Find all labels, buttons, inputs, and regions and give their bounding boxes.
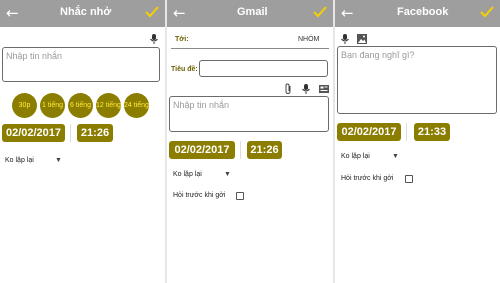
- chevron-down-icon[interactable]: ▼: [392, 153, 399, 160]
- message-placeholder: Nhập tin nhắn: [173, 100, 230, 110]
- mic-icon[interactable]: [148, 33, 160, 45]
- facebook-title: Facebook: [397, 6, 449, 18]
- chip-24h[interactable]: 24 tiếng: [124, 93, 149, 118]
- repeat-select[interactable]: Ko lặp lại: [5, 157, 34, 164]
- date-time-divider: [406, 123, 407, 141]
- date-time-divider: [240, 141, 241, 159]
- reminder-appbar: ← Nhắc nhở: [0, 0, 165, 27]
- message-input[interactable]: Nhập tin nhắn: [169, 96, 329, 132]
- facebook-appbar: ← Facebook: [335, 0, 500, 27]
- chevron-down-icon[interactable]: ▼: [55, 157, 62, 164]
- subject-label: Tiêu đề:: [171, 66, 198, 73]
- message-input[interactable]: Nhập tin nhắn: [2, 47, 160, 82]
- status-input[interactable]: Bạn đang nghĩ gì?: [337, 46, 497, 114]
- ask-before-send-label: Hỏi trước khi gởi: [341, 175, 394, 182]
- repeat-select[interactable]: Ko lặp lại: [341, 153, 370, 160]
- back-arrow-icon[interactable]: ←: [6, 4, 20, 22]
- back-arrow-icon[interactable]: ←: [341, 4, 355, 22]
- subject-input[interactable]: [199, 60, 328, 77]
- ask-before-send-label: Hỏi trước khi gởi: [173, 192, 226, 199]
- repeat-select[interactable]: Ko lặp lại: [173, 171, 202, 178]
- to-field-underline[interactable]: [171, 48, 329, 49]
- image-icon[interactable]: [356, 33, 368, 45]
- checkmark-icon[interactable]: [145, 5, 159, 19]
- checkmark-icon[interactable]: [313, 5, 327, 19]
- time-button[interactable]: 21:26: [77, 124, 113, 142]
- screens: ← Nhắc nhở Nhập tin nhắn 30p 1 tiếng 6 t…: [0, 0, 500, 283]
- message-placeholder: Nhập tin nhắn: [6, 51, 63, 61]
- chip-12h[interactable]: 12 tiếng: [96, 93, 121, 118]
- facebook-screen: ← Facebook Bạn đang nghĩ gì? 02/02/2017 …: [335, 0, 500, 283]
- date-button[interactable]: 02/02/2017: [2, 124, 65, 142]
- chip-1h[interactable]: 1 tiếng: [40, 93, 65, 118]
- back-arrow-icon[interactable]: ←: [173, 4, 187, 22]
- ask-before-send-checkbox[interactable]: [405, 175, 413, 183]
- reminder-title: Nhắc nhở: [60, 6, 112, 18]
- to-label: Tới:: [175, 36, 189, 43]
- gmail-screen: ← Gmail Tới: NHÓM Tiêu đề: Nhập tin nhắn: [167, 0, 333, 283]
- contact-card-icon[interactable]: [318, 83, 330, 95]
- gmail-title: Gmail: [237, 6, 268, 18]
- chip-6h[interactable]: 6 tiếng: [68, 93, 93, 118]
- gmail-appbar: ← Gmail: [167, 0, 333, 27]
- status-placeholder: Bạn đang nghĩ gì?: [341, 50, 415, 60]
- ask-before-send-checkbox[interactable]: [236, 192, 244, 200]
- time-button[interactable]: 21:33: [414, 123, 450, 141]
- chevron-down-icon[interactable]: ▼: [224, 171, 231, 178]
- date-time-divider: [70, 124, 71, 142]
- mic-icon[interactable]: [300, 83, 312, 95]
- reminder-screen: ← Nhắc nhở Nhập tin nhắn 30p 1 tiếng 6 t…: [0, 0, 165, 283]
- time-button[interactable]: 21:26: [247, 141, 282, 159]
- date-button[interactable]: 02/02/2017: [169, 141, 235, 159]
- checkmark-icon[interactable]: [480, 5, 494, 19]
- date-button[interactable]: 02/02/2017: [337, 123, 401, 141]
- attachment-icon[interactable]: [282, 83, 294, 95]
- group-button[interactable]: NHÓM: [298, 36, 319, 43]
- mic-icon[interactable]: [339, 33, 351, 45]
- chip-30m[interactable]: 30p: [12, 93, 37, 118]
